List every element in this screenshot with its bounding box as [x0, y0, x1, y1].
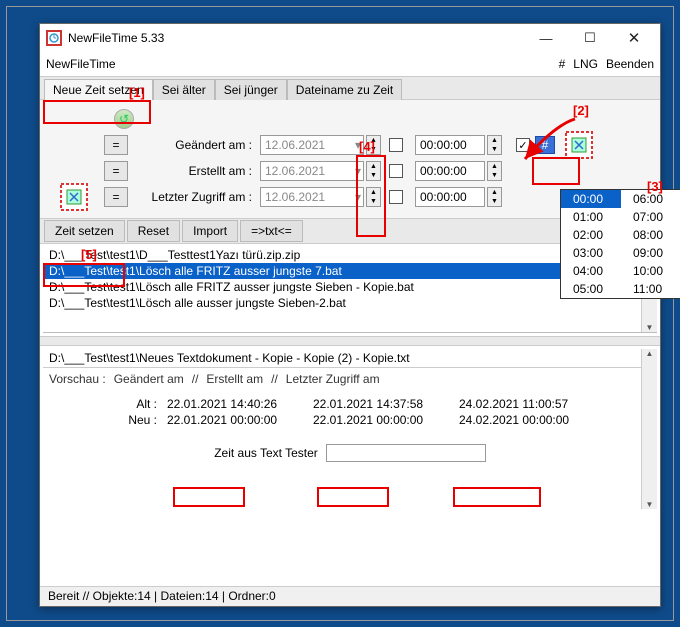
preview-tester: Zeit aus Text Tester — [43, 438, 657, 468]
import-button[interactable]: Import — [182, 220, 238, 242]
time-popup[interactable]: 00:00 01:00 02:00 03:00 04:00 05:00 06:0… — [560, 189, 680, 299]
label-modified: Geändert am : — [140, 138, 258, 152]
popup-item[interactable]: 09:00 — [621, 244, 680, 262]
time-accessed[interactable]: 00:00:00 — [415, 187, 485, 207]
status-bar: Bereit // Objekte:14 | Dateien:14 | Ordn… — [40, 586, 660, 606]
maximize-button[interactable]: ☐ — [568, 24, 612, 52]
checkbox-modified[interactable] — [389, 138, 403, 152]
date-accessed[interactable]: 12.06.2021▾ — [260, 187, 364, 207]
preview-row-new: Neu : 22.01.2021 00:00:00 22.01.2021 00:… — [43, 412, 657, 428]
popup-item[interactable]: 08:00 — [621, 226, 680, 244]
tab-be-younger[interactable]: Sei jünger — [215, 79, 287, 100]
minimize-button[interactable]: — — [524, 24, 568, 52]
menu-lng[interactable]: LNG — [573, 57, 598, 71]
menu-app[interactable]: NewFileTime — [46, 57, 116, 71]
dropdown-icon: ▾ — [355, 164, 361, 178]
hash-dropdown-button[interactable]: # — [535, 136, 555, 154]
txt-button[interactable]: =>txt<= — [240, 220, 303, 242]
titlebar[interactable]: NewFileTime 5.33 — ☐ ✕ — [40, 24, 660, 52]
reset-button[interactable]: Reset — [127, 220, 180, 242]
date-modified[interactable]: 12.06.2021▾ — [260, 135, 364, 155]
refresh-icon[interactable] — [114, 109, 134, 129]
popup-item[interactable]: 02:00 — [561, 226, 621, 244]
popup-item[interactable]: 11:00 — [621, 280, 680, 298]
label-created: Erstellt am : — [140, 164, 258, 178]
popup-item[interactable]: 04:00 — [561, 262, 621, 280]
equals-button-1[interactable]: = — [104, 135, 128, 155]
window-title: NewFileTime 5.33 — [68, 31, 524, 45]
date-spinner-1[interactable]: ▲▼ — [366, 135, 381, 155]
checkbox-created[interactable] — [389, 164, 403, 178]
time-created[interactable]: 00:00:00 — [415, 161, 485, 181]
equals-button-2[interactable]: = — [104, 161, 128, 181]
preview-pane: D:\___Test\test1\Neues Textdokument - Ko… — [43, 349, 657, 509]
label-accessed: Letzter Zugriff am : — [140, 190, 258, 204]
preview-row-old: Alt : 22.01.2021 14:40:26 22.01.2021 14:… — [43, 396, 657, 412]
menubar: NewFileTime # LNG Beenden — [40, 52, 660, 76]
drag-drop-icon-left[interactable] — [60, 183, 88, 211]
app-window: NewFileTime 5.33 — ☐ ✕ NewFileTime # LNG… — [39, 23, 661, 607]
row-created: = Erstellt am : 12.06.2021▾ ▲▼ 00:00:00 … — [46, 158, 654, 184]
set-time-button[interactable]: Zeit setzen — [44, 220, 125, 242]
time-spinner-1[interactable]: ▲▼ — [487, 135, 502, 155]
date-created[interactable]: 12.06.2021▾ — [260, 161, 364, 181]
tab-set-new-time[interactable]: Neue Zeit setzen — [44, 79, 153, 100]
tab-be-older[interactable]: Sei älter — [153, 79, 215, 100]
popup-item[interactable]: 03:00 — [561, 244, 621, 262]
popup-item[interactable]: 06:00 — [621, 190, 680, 208]
date-spinner-2[interactable]: ▲▼ — [366, 161, 381, 181]
tabstrip: Neue Zeit setzen Sei älter Sei jünger Da… — [40, 76, 660, 100]
app-icon — [46, 30, 62, 46]
popup-item[interactable]: 05:00 — [561, 280, 621, 298]
dropdown-icon: ▾ — [355, 138, 361, 152]
popup-item[interactable]: 00:00 — [561, 190, 621, 208]
checkbox-accessed[interactable] — [389, 190, 403, 204]
popup-item[interactable]: 01:00 — [561, 208, 621, 226]
row-modified: = Geändert am : 12.06.2021▾ ▲▼ 00:00:00 … — [46, 132, 654, 158]
popup-item[interactable]: 07:00 — [621, 208, 680, 226]
menu-hash[interactable]: # — [559, 57, 566, 71]
time-spinner-3[interactable]: ▲▼ — [487, 187, 502, 207]
menu-quit[interactable]: Beenden — [606, 57, 654, 71]
equals-button-3[interactable]: = — [104, 187, 128, 207]
time-spinner-2[interactable]: ▲▼ — [487, 161, 502, 181]
time-modified[interactable]: 00:00:00 — [415, 135, 485, 155]
popup-item[interactable]: 10:00 — [621, 262, 680, 280]
tab-filename-to-time[interactable]: Dateiname zu Zeit — [287, 79, 402, 100]
dropdown-icon: ▾ — [355, 190, 361, 204]
date-spinner-3[interactable]: ▲▼ — [366, 187, 381, 207]
time-tester-input[interactable] — [326, 444, 486, 462]
checkbox-hash[interactable] — [516, 138, 530, 152]
scrollbar[interactable]: ▲▼ — [641, 349, 657, 509]
close-button[interactable]: ✕ — [612, 24, 656, 52]
drag-drop-icon[interactable] — [565, 131, 593, 159]
preview-path: D:\___Test\test1\Neues Textdokument - Ko… — [43, 349, 657, 368]
preview-header: Vorschau : Geändert am // Erstellt am //… — [43, 368, 657, 390]
